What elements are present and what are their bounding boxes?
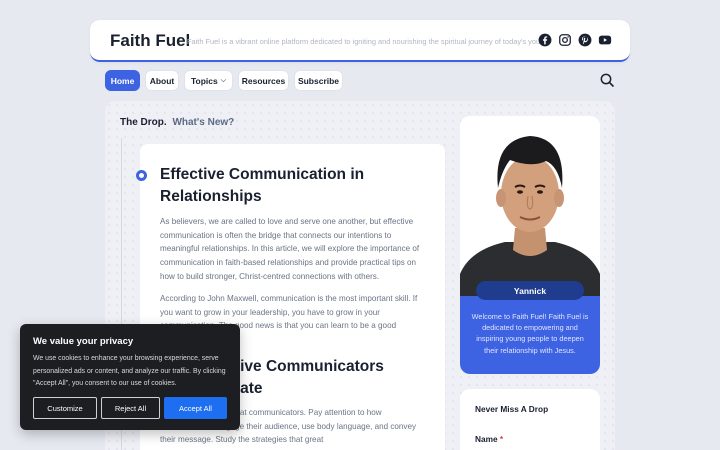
nav-resources[interactable]: Resources bbox=[238, 70, 289, 91]
youtube-icon[interactable] bbox=[598, 33, 612, 47]
timeline-dot bbox=[136, 170, 147, 181]
search-icon[interactable] bbox=[599, 72, 615, 88]
author-profile-card: Yannick Welcome to Faith Fuel! Faith Fue… bbox=[460, 116, 600, 374]
cookie-consent-banner: We value your privacy We use cookies to … bbox=[20, 324, 240, 430]
customize-button[interactable]: Customize bbox=[33, 397, 97, 419]
chevron-down-icon: ⌵ bbox=[220, 76, 227, 84]
author-name: Yannick bbox=[476, 281, 584, 300]
nav-about-label: About bbox=[149, 75, 175, 86]
nav-resources-label: Resources bbox=[241, 75, 286, 86]
author-avatar bbox=[460, 116, 600, 296]
nav-about[interactable]: About bbox=[145, 70, 179, 91]
cookie-title: We value your privacy bbox=[33, 336, 134, 347]
nav-subscribe-label: Subscribe bbox=[297, 75, 340, 86]
site-title[interactable]: Faith Fuel bbox=[110, 31, 190, 51]
section-subtitle: What's New? bbox=[172, 117, 235, 128]
site-header: Faith Fuel Faith Fuel is a vibrant onlin… bbox=[90, 20, 630, 62]
section-title: The Drop. What's New? bbox=[120, 117, 234, 128]
accept-all-button[interactable]: Accept All bbox=[164, 397, 227, 419]
nav-topics[interactable]: Topics ⌵ bbox=[184, 70, 233, 91]
pinterest-icon[interactable] bbox=[578, 33, 592, 47]
cookie-text: We use cookies to enhance your browsing … bbox=[33, 355, 226, 387]
section-title-main: The Drop. bbox=[120, 117, 167, 128]
nav-home-label: Home bbox=[110, 75, 135, 86]
nav-home[interactable]: Home bbox=[105, 70, 140, 91]
reject-all-button[interactable]: Reject All bbox=[101, 397, 160, 419]
nav-topics-label: Topics bbox=[190, 75, 218, 86]
instagram-icon[interactable] bbox=[558, 33, 572, 47]
name-label-text: Name bbox=[475, 434, 498, 444]
nav-subscribe[interactable]: Subscribe bbox=[294, 70, 343, 91]
article-title[interactable]: Effective Communication in Relationships bbox=[160, 164, 430, 208]
facebook-icon[interactable] bbox=[538, 33, 552, 47]
required-mark: * bbox=[499, 434, 504, 444]
article-paragraph: As believers, we are called to love and … bbox=[160, 217, 420, 281]
site-tagline: Faith Fuel is a vibrant online platform … bbox=[187, 37, 547, 46]
newsletter-name-label: Name * bbox=[475, 434, 503, 444]
newsletter-title: Never Miss A Drop bbox=[475, 404, 549, 414]
author-description: Welcome to Faith Fuel! Faith Fuel is ded… bbox=[471, 312, 589, 355]
